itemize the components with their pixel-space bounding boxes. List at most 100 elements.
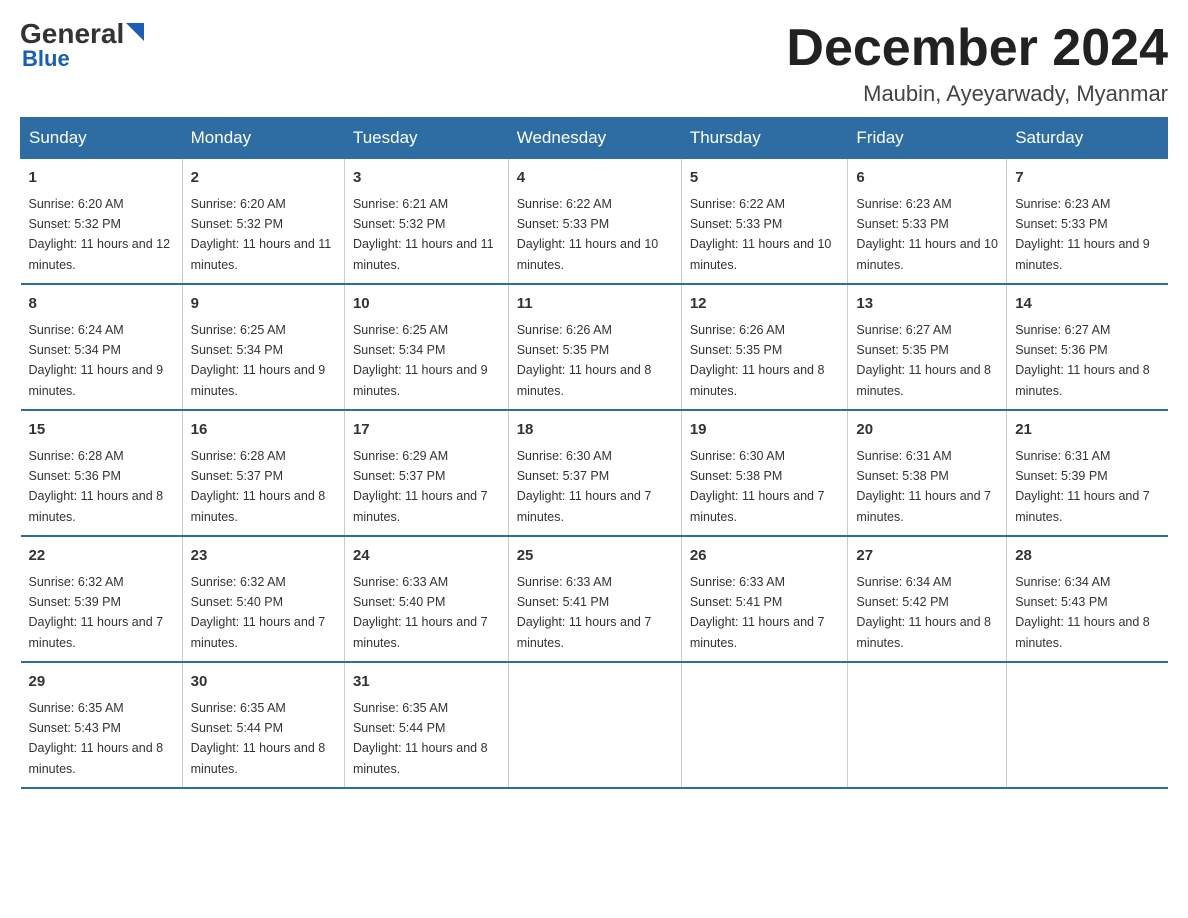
day-info: Sunrise: 6:31 AMSunset: 5:39 PMDaylight:… [1015,449,1150,524]
day-info: Sunrise: 6:28 AMSunset: 5:37 PMDaylight:… [191,449,326,524]
day-number: 21 [1015,419,1159,442]
day-number: 11 [517,293,673,316]
header-wednesday: Wednesday [508,118,681,159]
calendar-cell: 10 Sunrise: 6:25 AMSunset: 5:34 PMDayligh… [344,284,508,410]
logo-general: General [20,20,124,48]
calendar-cell: 13Sunrise: 6:27 AMSunset: 5:35 PMDayligh… [848,284,1007,410]
day-number: 9 [191,293,336,316]
day-info: Sunrise: 6:34 AMSunset: 5:43 PMDaylight:… [1015,575,1150,650]
header-sunday: Sunday [21,118,183,159]
calendar-week-row: 29 Sunrise: 6:35 AMSunset: 5:43 PMDayligh… [21,662,1168,788]
day-number: 10 [353,293,500,316]
calendar-cell: 19 Sunrise: 6:30 AMSunset: 5:38 PMDayligh… [681,410,848,536]
day-number: 26 [690,545,840,568]
calendar-cell: 5 Sunrise: 6:22 AMSunset: 5:33 PMDaylight… [681,159,848,285]
header-tuesday: Tuesday [344,118,508,159]
logo: General Blue [20,20,144,72]
day-info: Sunrise: 6:27 AMSunset: 5:35 PMDaylight:… [856,323,991,398]
day-info: Sunrise: 6:21 AMSunset: 5:32 PMDaylight:… [353,197,494,272]
calendar-cell: 21 Sunrise: 6:31 AMSunset: 5:39 PMDayligh… [1007,410,1168,536]
day-info: Sunrise: 6:34 AMSunset: 5:42 PMDaylight:… [856,575,991,650]
day-info: Sunrise: 6:26 AMSunset: 5:35 PMDaylight:… [690,323,825,398]
header-saturday: Saturday [1007,118,1168,159]
day-number: 3 [353,167,500,190]
calendar-week-row: 8 Sunrise: 6:24 AMSunset: 5:34 PMDaylight… [21,284,1168,410]
day-info: Sunrise: 6:32 AMSunset: 5:40 PMDaylight:… [191,575,326,650]
calendar-cell: 2 Sunrise: 6:20 AMSunset: 5:32 PMDaylight… [182,159,344,285]
day-info: Sunrise: 6:30 AMSunset: 5:38 PMDaylight:… [690,449,825,524]
day-info: Sunrise: 6:20 AMSunset: 5:32 PMDaylight:… [29,197,171,272]
day-info: Sunrise: 6:25 AMSunset: 5:34 PMDaylight:… [191,323,326,398]
day-number: 14 [1015,293,1159,316]
day-number: 15 [29,419,174,442]
day-number: 4 [517,167,673,190]
day-info: Sunrise: 6:35 AMSunset: 5:43 PMDaylight:… [29,701,164,776]
calendar-cell: 8 Sunrise: 6:24 AMSunset: 5:34 PMDaylight… [21,284,183,410]
calendar-cell: 9 Sunrise: 6:25 AMSunset: 5:34 PMDaylight… [182,284,344,410]
day-info: Sunrise: 6:33 AMSunset: 5:40 PMDaylight:… [353,575,488,650]
calendar-cell: 3 Sunrise: 6:21 AMSunset: 5:32 PMDaylight… [344,159,508,285]
calendar-cell [681,662,848,788]
day-info: Sunrise: 6:33 AMSunset: 5:41 PMDaylight:… [690,575,825,650]
logo-blue: Blue [22,46,70,72]
day-number: 5 [690,167,840,190]
location-title: Maubin, Ayeyarwady, Myanmar [786,81,1168,107]
calendar-cell: 6 Sunrise: 6:23 AMSunset: 5:33 PMDaylight… [848,159,1007,285]
day-number: 24 [353,545,500,568]
calendar-cell: 4Sunrise: 6:22 AMSunset: 5:33 PMDaylight… [508,159,681,285]
logo-triangle-icon [126,23,144,41]
calendar-cell: 7Sunrise: 6:23 AMSunset: 5:33 PMDaylight… [1007,159,1168,285]
day-info: Sunrise: 6:35 AMSunset: 5:44 PMDaylight:… [191,701,326,776]
day-number: 30 [191,671,336,694]
day-number: 25 [517,545,673,568]
header-monday: Monday [182,118,344,159]
calendar-cell: 12Sunrise: 6:26 AMSunset: 5:35 PMDayligh… [681,284,848,410]
day-number: 19 [690,419,840,442]
day-info: Sunrise: 6:27 AMSunset: 5:36 PMDaylight:… [1015,323,1150,398]
day-number: 2 [191,167,336,190]
calendar-cell: 24 Sunrise: 6:33 AMSunset: 5:40 PMDayligh… [344,536,508,662]
day-number: 18 [517,419,673,442]
day-info: Sunrise: 6:24 AMSunset: 5:34 PMDaylight:… [29,323,164,398]
calendar-cell: 29 Sunrise: 6:35 AMSunset: 5:43 PMDayligh… [21,662,183,788]
day-info: Sunrise: 6:28 AMSunset: 5:36 PMDaylight:… [29,449,164,524]
day-info: Sunrise: 6:35 AMSunset: 5:44 PMDaylight:… [353,701,488,776]
day-info: Sunrise: 6:30 AMSunset: 5:37 PMDaylight:… [517,449,652,524]
day-info: Sunrise: 6:31 AMSunset: 5:38 PMDaylight:… [856,449,991,524]
day-info: Sunrise: 6:23 AMSunset: 5:33 PMDaylight:… [856,197,998,272]
calendar-cell: 17 Sunrise: 6:29 AMSunset: 5:37 PMDayligh… [344,410,508,536]
day-info: Sunrise: 6:25 AMSunset: 5:34 PMDaylight:… [353,323,488,398]
title-block: December 2024 Maubin, Ayeyarwady, Myanma… [786,20,1168,107]
day-number: 8 [29,293,174,316]
day-number: 6 [856,167,998,190]
calendar-cell: 20 Sunrise: 6:31 AMSunset: 5:38 PMDayligh… [848,410,1007,536]
day-info: Sunrise: 6:29 AMSunset: 5:37 PMDaylight:… [353,449,488,524]
day-number: 16 [191,419,336,442]
day-number: 27 [856,545,998,568]
calendar-cell [848,662,1007,788]
calendar-cell: 30 Sunrise: 6:35 AMSunset: 5:44 PMDayligh… [182,662,344,788]
calendar-cell: 23 Sunrise: 6:32 AMSunset: 5:40 PMDayligh… [182,536,344,662]
day-number: 20 [856,419,998,442]
header-friday: Friday [848,118,1007,159]
calendar-cell [1007,662,1168,788]
calendar-cell: 16 Sunrise: 6:28 AMSunset: 5:37 PMDayligh… [182,410,344,536]
day-number: 17 [353,419,500,442]
calendar-week-row: 22Sunrise: 6:32 AMSunset: 5:39 PMDayligh… [21,536,1168,662]
day-info: Sunrise: 6:22 AMSunset: 5:33 PMDaylight:… [690,197,832,272]
day-info: Sunrise: 6:32 AMSunset: 5:39 PMDaylight:… [29,575,164,650]
day-number: 31 [353,671,500,694]
day-number: 23 [191,545,336,568]
day-info: Sunrise: 6:23 AMSunset: 5:33 PMDaylight:… [1015,197,1150,272]
header-thursday: Thursday [681,118,848,159]
page-header: General Blue December 2024 Maubin, Ayeya… [20,20,1168,107]
calendar-cell: 15 Sunrise: 6:28 AMSunset: 5:36 PMDayligh… [21,410,183,536]
day-number: 29 [29,671,174,694]
calendar-cell: 26 Sunrise: 6:33 AMSunset: 5:41 PMDayligh… [681,536,848,662]
calendar-table: SundayMondayTuesdayWednesdayThursdayFrid… [20,117,1168,789]
calendar-week-row: 15 Sunrise: 6:28 AMSunset: 5:36 PMDayligh… [21,410,1168,536]
calendar-header-row: SundayMondayTuesdayWednesdayThursdayFrid… [21,118,1168,159]
calendar-cell: 31 Sunrise: 6:35 AMSunset: 5:44 PMDayligh… [344,662,508,788]
month-title: December 2024 [786,20,1168,77]
day-info: Sunrise: 6:20 AMSunset: 5:32 PMDaylight:… [191,197,332,272]
